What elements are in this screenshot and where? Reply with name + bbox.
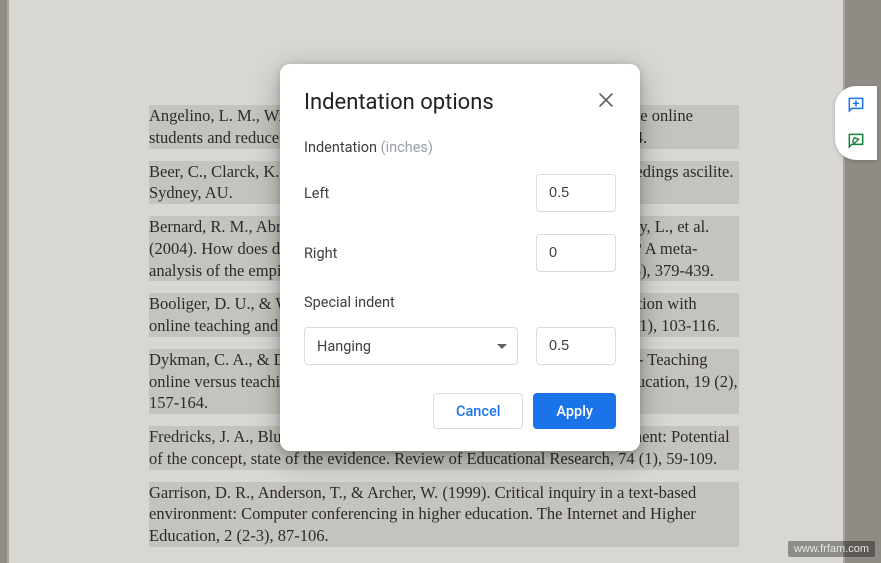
indentation-units: (inches) xyxy=(381,139,433,156)
dialog-title: Indentation options xyxy=(304,90,616,115)
indentation-options-dialog: Indentation options Indentation (inches)… xyxy=(280,64,640,451)
comment-tools-rail xyxy=(835,86,877,160)
dialog-actions: Cancel Apply xyxy=(304,393,616,429)
right-indent-label: Right xyxy=(304,245,337,262)
close-button[interactable] xyxy=(592,88,620,116)
right-indent-row: Right xyxy=(304,234,616,272)
special-indent-selected: Hanging xyxy=(317,338,371,355)
left-indent-label: Left xyxy=(304,185,329,202)
cancel-button[interactable]: Cancel xyxy=(433,393,523,429)
special-indent-label: Special indent xyxy=(304,294,616,311)
watermark: www.frfam.com xyxy=(788,541,875,557)
indentation-section-label: Indentation (inches) xyxy=(304,139,616,156)
right-indent-input[interactable] xyxy=(536,234,616,272)
add-comment-button[interactable] xyxy=(845,94,867,116)
chevron-down-icon xyxy=(497,344,507,349)
close-icon xyxy=(598,92,614,113)
apply-button[interactable]: Apply xyxy=(533,393,616,429)
left-indent-input[interactable] xyxy=(536,174,616,212)
left-indent-row: Left xyxy=(304,174,616,212)
special-indent-select[interactable]: Hanging xyxy=(304,327,518,365)
special-indent-value-input[interactable] xyxy=(536,327,616,365)
suggest-edits-button[interactable] xyxy=(845,130,867,152)
special-indent-row: Hanging xyxy=(304,327,616,365)
indentation-label-text: Indentation xyxy=(304,139,377,156)
